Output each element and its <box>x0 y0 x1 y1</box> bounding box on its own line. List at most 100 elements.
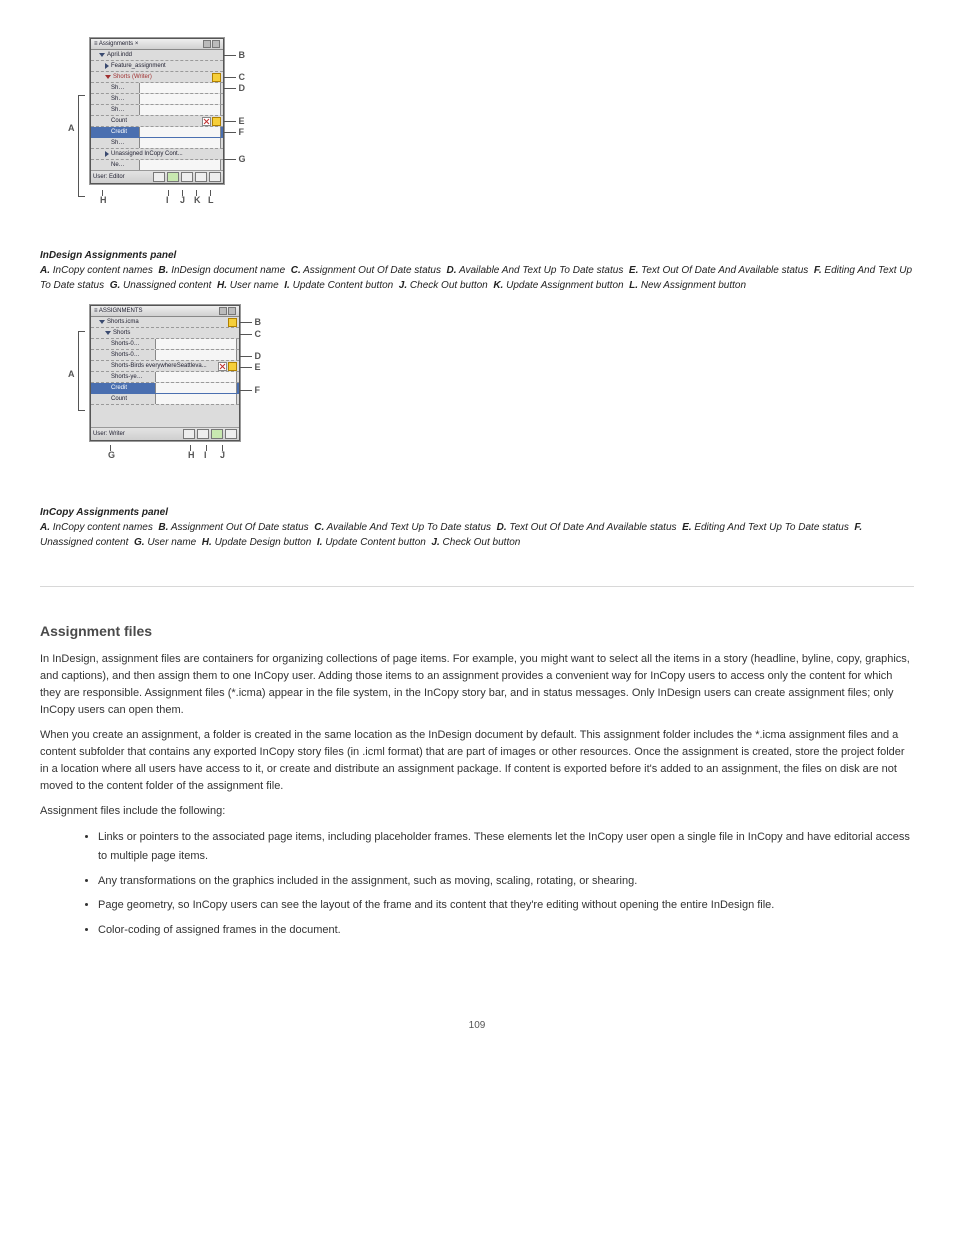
row-label: Shorts.icma <box>107 317 226 327</box>
row-label: Shorts <box>113 328 237 338</box>
warn-icon <box>228 362 237 371</box>
disclosure-icon <box>105 331 111 335</box>
row-story-selected[interactable]: Credit <box>91 127 223 138</box>
bullet-list: Links or pointers to the associated page… <box>58 828 914 939</box>
row-story[interactable]: Count <box>91 116 223 127</box>
x-icon <box>202 117 211 126</box>
paragraph: Assignment files include the following: <box>40 803 914 820</box>
page-icon <box>139 127 221 138</box>
row-story[interactable]: Shorts-006 Gray Jay <box>91 94 223 105</box>
bullet-item: Color-coding of assigned frames in the d… <box>98 921 914 940</box>
page-icon <box>139 105 221 116</box>
callout-h: H <box>100 195 107 205</box>
row-label: Shorts-006 Gray Jay <box>111 339 143 349</box>
row-label: Count <box>111 116 200 126</box>
callout-line: D <box>224 83 245 93</box>
row-assignment[interactable]: Shorts (Writer) <box>91 72 223 83</box>
row-label: Shorts-022 Flamingoes <box>111 350 143 360</box>
row-doc[interactable]: April.indd <box>91 50 223 61</box>
disclosure-icon <box>105 75 111 79</box>
callout-line: G <box>224 154 246 164</box>
row-story[interactable]: Shorts-006 Gray Jay <box>91 339 239 350</box>
warn-icon <box>212 73 221 82</box>
section-title: Assignment files <box>40 623 914 639</box>
callout-j: J <box>180 195 185 205</box>
callout-i: I <box>204 450 207 460</box>
callout-i: I <box>166 195 169 205</box>
trash-button[interactable] <box>209 172 221 182</box>
callout-line: C <box>224 72 245 82</box>
page-icon <box>155 350 237 361</box>
row-story[interactable]: Count <box>91 394 239 405</box>
row-label: April.indd <box>107 50 221 60</box>
callout-g: G <box>108 450 115 460</box>
row-story[interactable]: Shorts-yellow leaf-yellow <box>91 372 239 383</box>
row-story[interactable]: Shorts-Birds everywhereSeattleva... <box>91 361 239 372</box>
row-assignment[interactable]: Shorts <box>91 328 239 339</box>
page-icon <box>139 94 221 105</box>
row-label: News-blackberries-1 <box>111 160 127 170</box>
update-content-button[interactable] <box>153 172 165 182</box>
panel-title-text: ≡ ASSIGNMENTS <box>94 306 143 316</box>
update-assignment-button[interactable] <box>181 172 193 182</box>
row-assignment[interactable]: Feature_assignment <box>91 61 223 72</box>
page-number: 109 <box>40 1020 914 1031</box>
callout-line: B <box>224 50 245 60</box>
panel-title-text: ≡ Assignments × <box>94 39 138 49</box>
paragraph: When you create an assignment, a folder … <box>40 727 914 795</box>
user-label: User: Editor <box>93 174 151 180</box>
page-icon <box>155 372 237 383</box>
disclosure-icon <box>105 151 109 157</box>
row-label: Unassigned InCopy Cont... <box>111 149 221 159</box>
row-label: Credit <box>111 383 143 393</box>
row-story[interactable]: News-blackberries-1 <box>91 160 223 170</box>
row-story-selected[interactable]: Credit <box>91 383 239 394</box>
row-story[interactable]: Shorts-022 Flamingoes <box>91 105 223 116</box>
page-icon <box>139 83 221 94</box>
trash-button[interactable] <box>225 429 237 439</box>
checkout-button[interactable] <box>167 172 179 182</box>
callout-line: F <box>224 127 244 137</box>
page-icon <box>155 339 237 350</box>
disclosure-icon <box>105 63 109 69</box>
figure1-caption: InDesign Assignments panel A. InCopy con… <box>40 248 914 293</box>
warn-icon <box>212 117 221 126</box>
update-design-button[interactable] <box>183 429 195 439</box>
disclosure-icon <box>99 320 105 324</box>
row-story[interactable]: Shorts-022 Flamingoes <box>91 350 239 361</box>
bullet-item: Links or pointers to the associated page… <box>98 828 914 865</box>
row-label: Shorts-yellow leaf <box>111 138 127 148</box>
panel-title[interactable]: ≡ ASSIGNMENTS <box>91 306 239 317</box>
bracket-a2 <box>78 331 85 411</box>
user-label: User: Writer <box>93 431 181 437</box>
divider <box>40 586 914 587</box>
checkout-button[interactable] <box>211 429 223 439</box>
row-label: Feature_assignment <box>111 61 221 71</box>
callout-h: H <box>188 450 195 460</box>
row-label: Shorts-Birds everywhereSeattleva... <box>111 361 216 371</box>
row-label: Credit <box>111 127 127 137</box>
panel-title[interactable]: ≡ Assignments × <box>91 39 223 50</box>
callout-line: B <box>240 317 261 327</box>
assignments-panel-incopy: ≡ ASSIGNMENTS Shorts.icma Shorts Shorts-… <box>90 305 240 441</box>
row-label: Shorts-yellow leaf-yellow <box>111 372 143 382</box>
row-doc[interactable]: Shorts.icma <box>91 317 239 328</box>
row-unassigned[interactable]: Unassigned InCopy Cont... <box>91 149 223 160</box>
callout-line: F <box>240 385 260 395</box>
page-icon <box>139 138 221 149</box>
x-icon <box>218 362 227 371</box>
update-content-button[interactable] <box>197 429 209 439</box>
row-story[interactable]: Shorts-yellow leaf <box>91 138 223 149</box>
warn-icon <box>228 318 237 327</box>
callout-k: K <box>194 195 201 205</box>
bullet-item: Page geometry, so InCopy users can see t… <box>98 896 914 915</box>
panel-controls[interactable] <box>219 307 236 315</box>
assignments-panel-indesign: ≡ Assignments × April.indd Feature_assig… <box>90 38 224 184</box>
callout-l: L <box>208 195 214 205</box>
row-story[interactable]: Shorts-Birds everywhe... <box>91 83 223 94</box>
page-icon <box>155 394 237 405</box>
panel-controls[interactable] <box>203 40 220 48</box>
new-assignment-button[interactable] <box>195 172 207 182</box>
callout-line: D <box>240 351 261 361</box>
callout-a2: A <box>68 369 75 379</box>
